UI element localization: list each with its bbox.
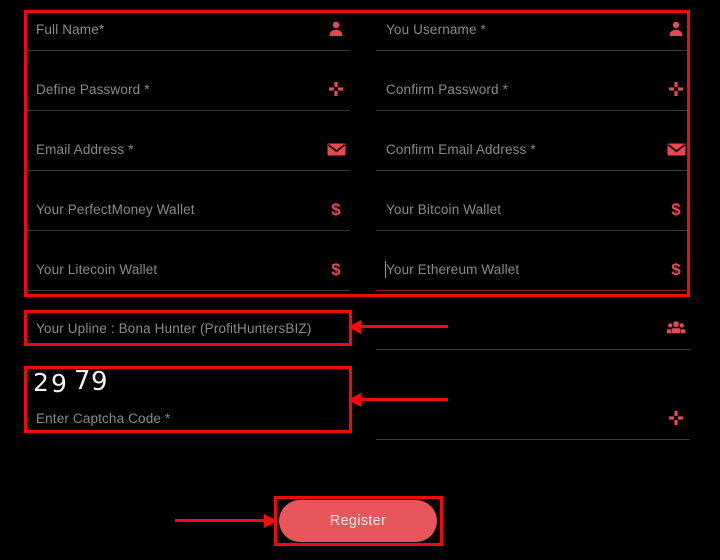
- upline-placeholder: Your Upline : Bona Hunter (ProfitHunters…: [36, 321, 312, 336]
- confirm-email-placeholder: Confirm Email Address *: [386, 142, 536, 157]
- perfectmoney-wallet-placeholder: Your PerfectMoney Wallet: [36, 202, 195, 217]
- full-name-input[interactable]: Full Name*: [26, 13, 350, 51]
- user-icon: [666, 19, 686, 39]
- captcha-digit-2: 9: [51, 369, 67, 398]
- perfectmoney-wallet-input[interactable]: Your PerfectMoney Wallet $: [26, 193, 350, 231]
- envelope-icon: [666, 139, 686, 159]
- confirm-email-input[interactable]: Confirm Email Address *: [376, 133, 690, 171]
- compress-icon: [326, 79, 346, 99]
- bitcoin-wallet-placeholder: Your Bitcoin Wallet: [386, 202, 502, 217]
- register-arrow: [175, 513, 277, 528]
- full-name-placeholder: Full Name*: [36, 22, 105, 37]
- captcha-digit-1: 2: [33, 368, 49, 397]
- bitcoin-wallet-input[interactable]: Your Bitcoin Wallet $: [376, 193, 690, 231]
- user-icon: [326, 19, 346, 39]
- upline-field-underline: [376, 312, 690, 350]
- users-icon: [666, 318, 686, 338]
- email-address-input[interactable]: Email Address *: [26, 133, 350, 171]
- dollar-icon: $: [671, 259, 681, 279]
- compress-icon: [666, 408, 686, 428]
- dollar-icon: $: [331, 259, 341, 279]
- captcha-field-underline: [376, 402, 690, 440]
- confirm-password-placeholder: Confirm Password *: [386, 82, 508, 97]
- register-button[interactable]: Register: [279, 500, 437, 542]
- define-password-input[interactable]: Define Password *: [26, 73, 350, 111]
- captcha-digit-4: 9: [91, 367, 108, 397]
- captcha-input[interactable]: Enter Captcha Code *: [26, 402, 350, 440]
- username-input[interactable]: You Username *: [376, 13, 690, 51]
- email-address-placeholder: Email Address *: [36, 142, 134, 157]
- confirm-password-input[interactable]: Confirm Password *: [376, 73, 690, 111]
- captcha-arrow: [348, 392, 448, 407]
- captcha-digit-3: 7: [74, 366, 91, 396]
- envelope-icon: [326, 139, 346, 159]
- litecoin-wallet-placeholder: Your Litecoin Wallet: [36, 262, 158, 277]
- compress-icon: [666, 79, 686, 99]
- captcha-image: 2 9 7 9: [33, 367, 153, 397]
- upline-field[interactable]: Your Upline : Bona Hunter (ProfitHunters…: [26, 312, 350, 350]
- ethereum-wallet-input[interactable]: Your Ethereum Wallet $: [376, 253, 690, 291]
- define-password-placeholder: Define Password *: [36, 82, 150, 97]
- dollar-icon: $: [671, 199, 681, 219]
- captcha-placeholder: Enter Captcha Code *: [36, 411, 171, 426]
- username-placeholder: You Username *: [386, 22, 486, 37]
- ethereum-wallet-placeholder: Your Ethereum Wallet: [386, 262, 520, 277]
- upline-arrow: [348, 319, 448, 334]
- litecoin-wallet-input[interactable]: Your Litecoin Wallet $: [26, 253, 350, 291]
- dollar-icon: $: [331, 199, 341, 219]
